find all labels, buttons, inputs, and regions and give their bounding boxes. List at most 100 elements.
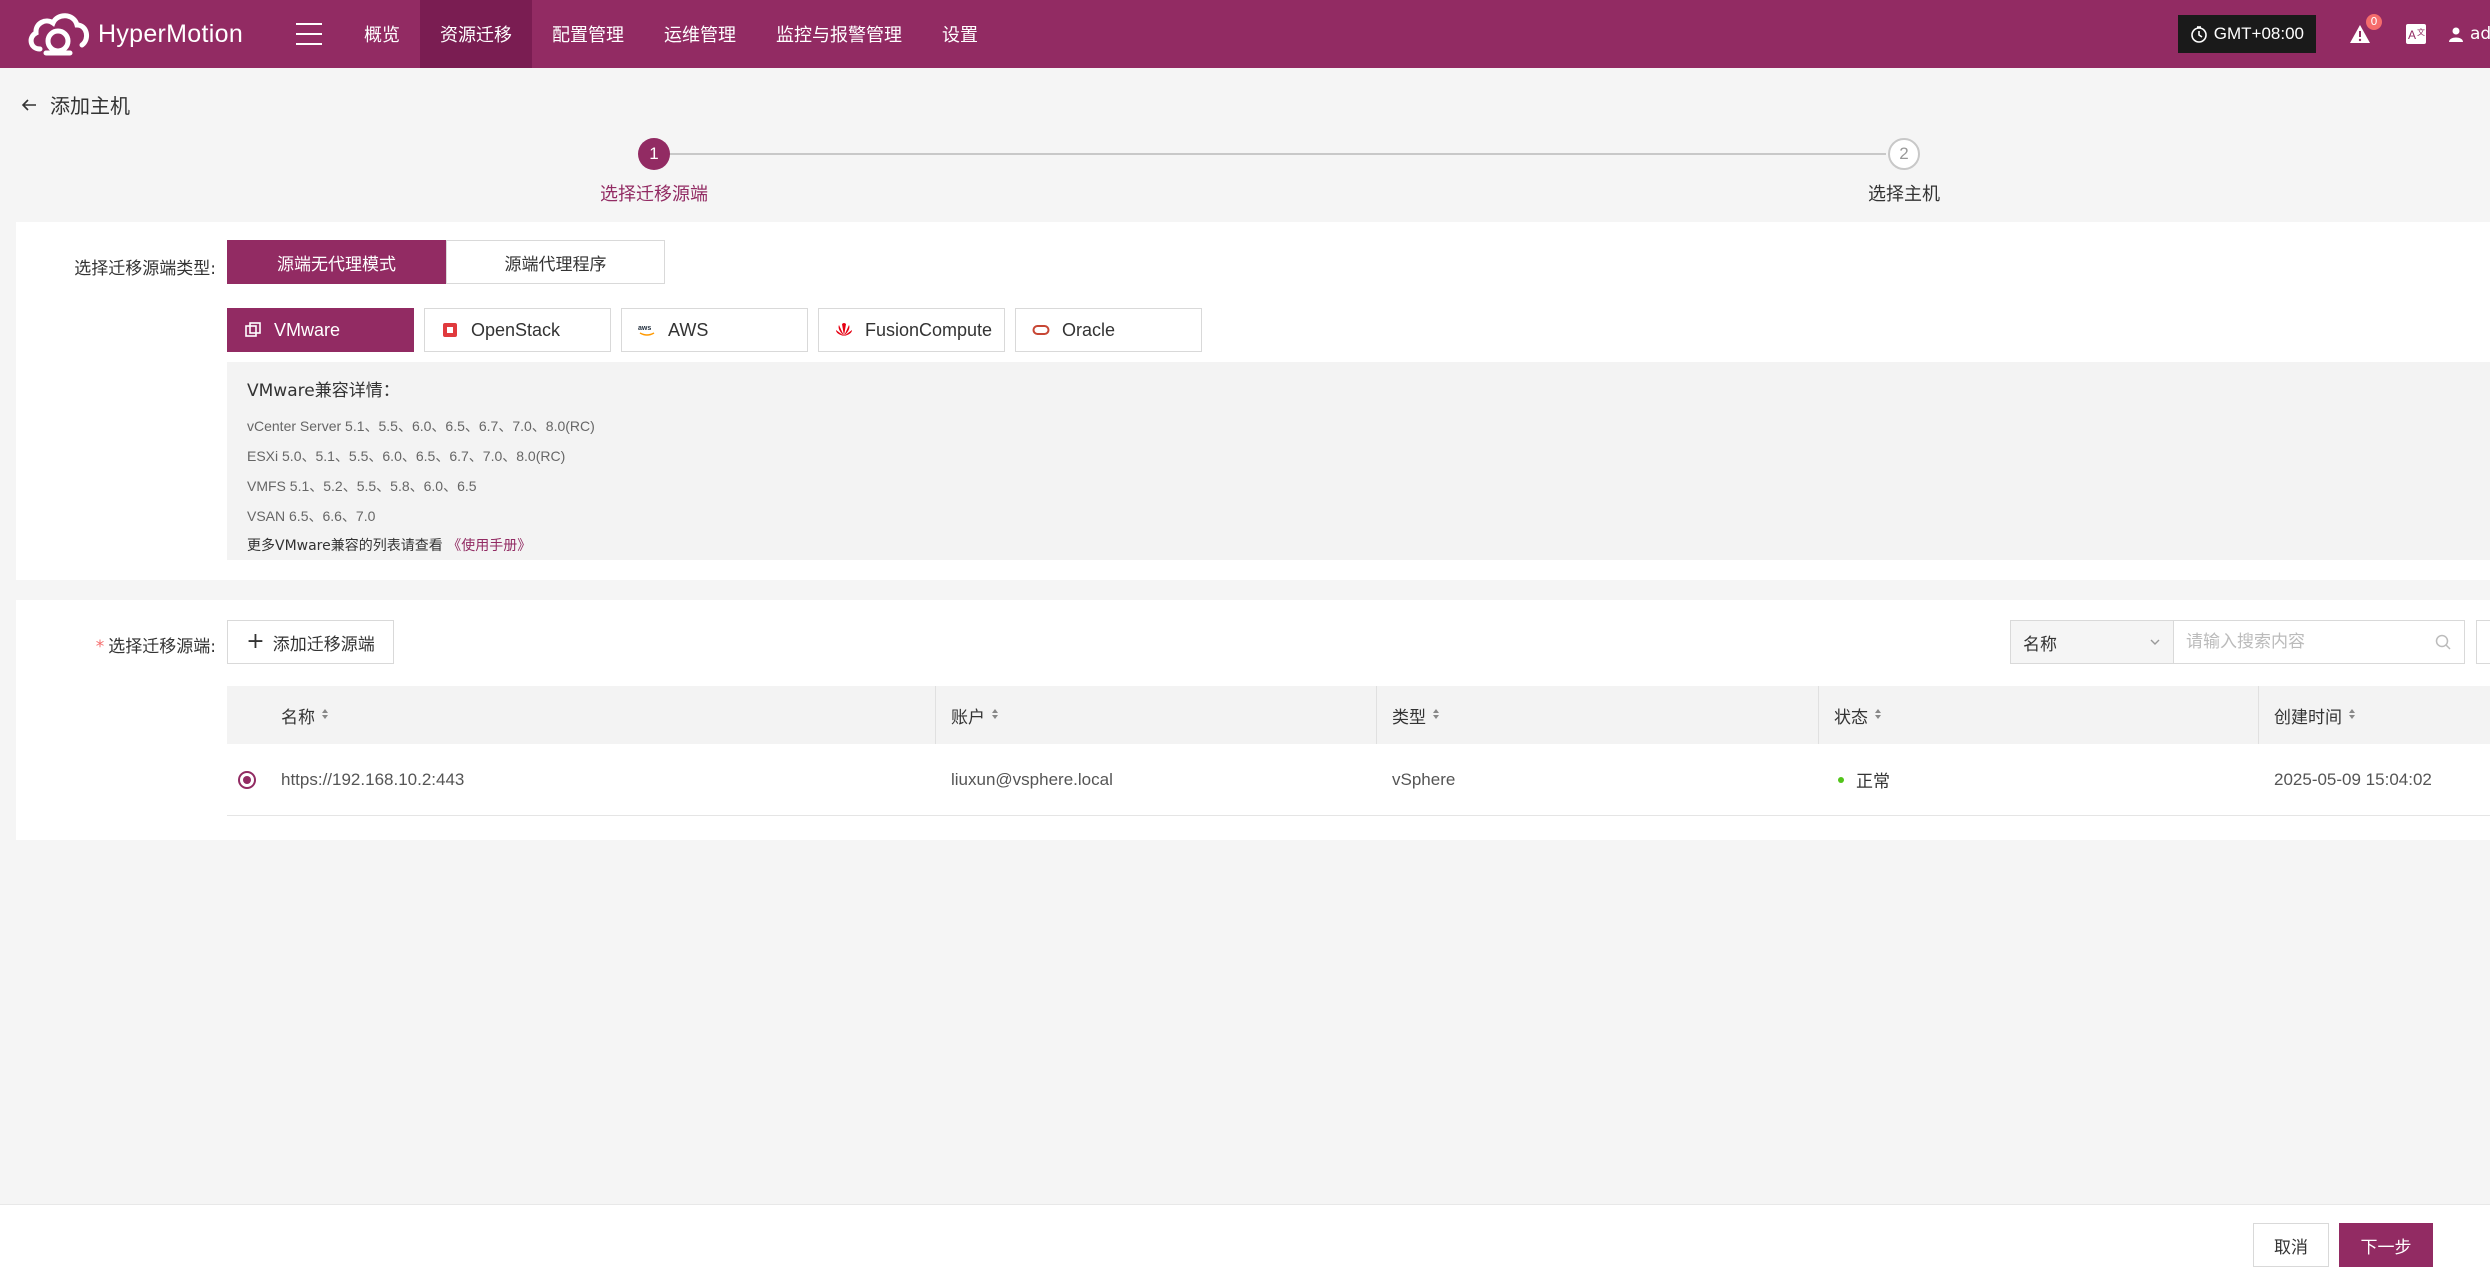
header-select-cell bbox=[227, 686, 267, 744]
platform-openstack-button[interactable]: OpenStack bbox=[424, 308, 611, 352]
mode-selector: 源端无代理模式 源端代理程序 bbox=[227, 240, 665, 284]
status-label: 正常 bbox=[1856, 772, 1890, 792]
platform-label: VMware bbox=[274, 319, 341, 340]
nav-item-ops[interactable]: 运维管理 bbox=[644, 0, 756, 68]
timezone-button[interactable]: GMT+08:00 bbox=[2177, 15, 2316, 53]
add-source-button[interactable]: + 添加迁移源端 bbox=[227, 620, 394, 664]
column-label: 创建时间 bbox=[2274, 707, 2342, 728]
search-input[interactable] bbox=[2186, 632, 2434, 652]
cell-account: liuxun@vsphere.local bbox=[951, 769, 1113, 789]
language-button[interactable]: A文 bbox=[2404, 22, 2428, 46]
cloud-logo-icon bbox=[28, 13, 90, 56]
compat-more: 更多VMware兼容的列表请查看 《使用手册》 bbox=[247, 531, 2470, 561]
user-menu[interactable]: ad bbox=[2448, 24, 2490, 44]
step-label: 选择迁移源端 bbox=[600, 184, 708, 205]
sort-icon[interactable] bbox=[1432, 705, 1440, 725]
platform-aws-button[interactable]: aws AWS bbox=[621, 308, 808, 352]
compat-line-esxi: ESXi 5.0、5.1、5.5、6.0、6.5、6.7、7.0、8.0(RC) bbox=[247, 448, 566, 464]
step-2: 2 选择主机 bbox=[1804, 138, 2004, 206]
sort-icon[interactable] bbox=[1874, 705, 1882, 725]
platform-vmware-button[interactable]: VMware bbox=[227, 308, 414, 352]
source-select-panel: *选择迁移源端: + 添加迁移源端 名称 名称 账户 类型 状态 创建时间 ht… bbox=[16, 600, 2490, 840]
cancel-button[interactable]: 取消 bbox=[2253, 1223, 2329, 1267]
source-type-panel: 选择迁移源端类型: 源端无代理模式 源端代理程序 VMware OpenStac… bbox=[16, 222, 2490, 580]
next-button[interactable]: 下一步 bbox=[2339, 1223, 2433, 1267]
table-header: 名称 账户 类型 状态 创建时间 bbox=[227, 686, 2490, 744]
column-label: 状态 bbox=[1834, 707, 1868, 728]
row-select-cell bbox=[227, 744, 267, 815]
compat-line-vcenter: vCenter Server 5.1、5.5、6.0、6.5、6.7、7.0、8… bbox=[247, 418, 595, 434]
stepper: 1 选择迁移源端 2 选择主机 bbox=[0, 136, 2490, 206]
svg-text:A: A bbox=[2408, 28, 2416, 42]
add-source-label: 添加迁移源端 bbox=[272, 634, 375, 655]
source-select-label: 选择迁移源端: bbox=[108, 637, 216, 657]
user-name: ad bbox=[2470, 24, 2490, 44]
platform-label: Oracle bbox=[1062, 319, 1116, 340]
plus-icon: + bbox=[246, 629, 265, 654]
agent-mode-button[interactable]: 源端代理程序 bbox=[446, 240, 665, 284]
compatibility-info: VMware兼容详情： vCenter Server 5.1、5.5、6.0、6… bbox=[227, 362, 2490, 560]
status-dot-icon bbox=[1838, 776, 1844, 783]
source-select-label-wrap: * 选择迁移源端: bbox=[16, 632, 216, 657]
cell-type: vSphere bbox=[1392, 769, 1456, 789]
column-header-type[interactable]: 类型 bbox=[1376, 686, 1818, 744]
clock-icon bbox=[2190, 26, 2207, 43]
main-nav: 概览 资源迁移 配置管理 运维管理 监控与报警管理 设置 bbox=[344, 0, 998, 68]
user-manual-link[interactable]: 《使用手册》 bbox=[447, 538, 531, 554]
page-header: 添加主机 bbox=[20, 90, 130, 119]
nav-item-overview[interactable]: 概览 bbox=[344, 0, 420, 68]
refresh-button[interactable] bbox=[2476, 620, 2490, 664]
step-1: 1 选择迁移源端 bbox=[554, 138, 754, 206]
table-row[interactable]: https://192.168.10.2:443 liuxun@vsphere.… bbox=[227, 744, 2490, 816]
translate-icon: A文 bbox=[2406, 24, 2426, 44]
sort-icon[interactable] bbox=[2348, 705, 2356, 725]
search-field-value: 名称 bbox=[2023, 634, 2057, 655]
compat-more-text: 更多VMware兼容的列表请查看 bbox=[247, 538, 443, 554]
row-radio[interactable] bbox=[238, 770, 256, 789]
footer-bar: 取消 下一步 bbox=[0, 1204, 2490, 1279]
back-arrow-icon[interactable] bbox=[20, 96, 38, 114]
aws-icon: aws bbox=[638, 325, 655, 336]
nav-item-monitoring[interactable]: 监控与报警管理 bbox=[756, 0, 922, 68]
column-header-created[interactable]: 创建时间 bbox=[2258, 686, 2490, 744]
openstack-icon bbox=[443, 323, 457, 337]
nav-item-settings[interactable]: 设置 bbox=[922, 0, 998, 68]
cell-name: https://192.168.10.2:443 bbox=[281, 769, 465, 789]
hamburger-menu-icon[interactable] bbox=[296, 23, 322, 45]
source-table: 名称 账户 类型 状态 创建时间 https://192.168.10.2:44… bbox=[227, 686, 2490, 816]
platform-label: AWS bbox=[668, 319, 709, 340]
column-header-status[interactable]: 状态 bbox=[1818, 686, 2258, 744]
cell-status: 正常 bbox=[1818, 744, 2258, 815]
column-header-account[interactable]: 账户 bbox=[935, 686, 1376, 744]
search-field-select[interactable]: 名称 bbox=[2010, 620, 2174, 664]
step-number: 1 bbox=[638, 138, 670, 170]
step-label: 选择主机 bbox=[1868, 184, 1940, 205]
sort-icon[interactable] bbox=[991, 705, 999, 725]
alert-count-badge: 0 bbox=[2366, 14, 2382, 30]
alert-button[interactable]: 0 bbox=[2348, 14, 2382, 46]
compat-title: VMware兼容详情： bbox=[247, 381, 400, 401]
huawei-icon bbox=[836, 323, 852, 336]
top-nav-bar: HyperMotion 概览 资源迁移 配置管理 运维管理 监控与报警管理 设置… bbox=[0, 0, 2490, 68]
column-label: 账户 bbox=[951, 707, 985, 728]
logo[interactable]: HyperMotion bbox=[26, 9, 266, 59]
column-header-name[interactable]: 名称 bbox=[267, 686, 935, 744]
required-marker: * bbox=[95, 637, 105, 657]
oracle-icon bbox=[1032, 325, 1050, 335]
search-icon[interactable] bbox=[2434, 633, 2452, 651]
user-icon bbox=[2449, 27, 2463, 42]
compat-line-vmfs: VMFS 5.1、5.2、5.5、5.8、6.0、6.5 bbox=[247, 478, 477, 494]
source-type-label: 选择迁移源端类型: bbox=[74, 259, 216, 279]
platform-fusioncompute-button[interactable]: FusionCompute bbox=[818, 308, 1005, 352]
sort-icon[interactable] bbox=[321, 705, 329, 725]
platform-selector: VMware OpenStack aws AWS FusionCompute O… bbox=[227, 308, 1202, 352]
platform-label: FusionCompute bbox=[865, 319, 993, 340]
agentless-mode-button[interactable]: 源端无代理模式 bbox=[227, 240, 446, 284]
nav-item-config[interactable]: 配置管理 bbox=[532, 0, 644, 68]
nav-item-resource-migration[interactable]: 资源迁移 bbox=[420, 0, 532, 68]
compat-line-vsan: VSAN 6.5、6.6、7.0 bbox=[247, 508, 376, 524]
step-connector bbox=[668, 153, 1886, 155]
column-label: 名称 bbox=[281, 707, 315, 728]
platform-oracle-button[interactable]: Oracle bbox=[1015, 308, 1202, 352]
page-title: 添加主机 bbox=[50, 94, 130, 118]
